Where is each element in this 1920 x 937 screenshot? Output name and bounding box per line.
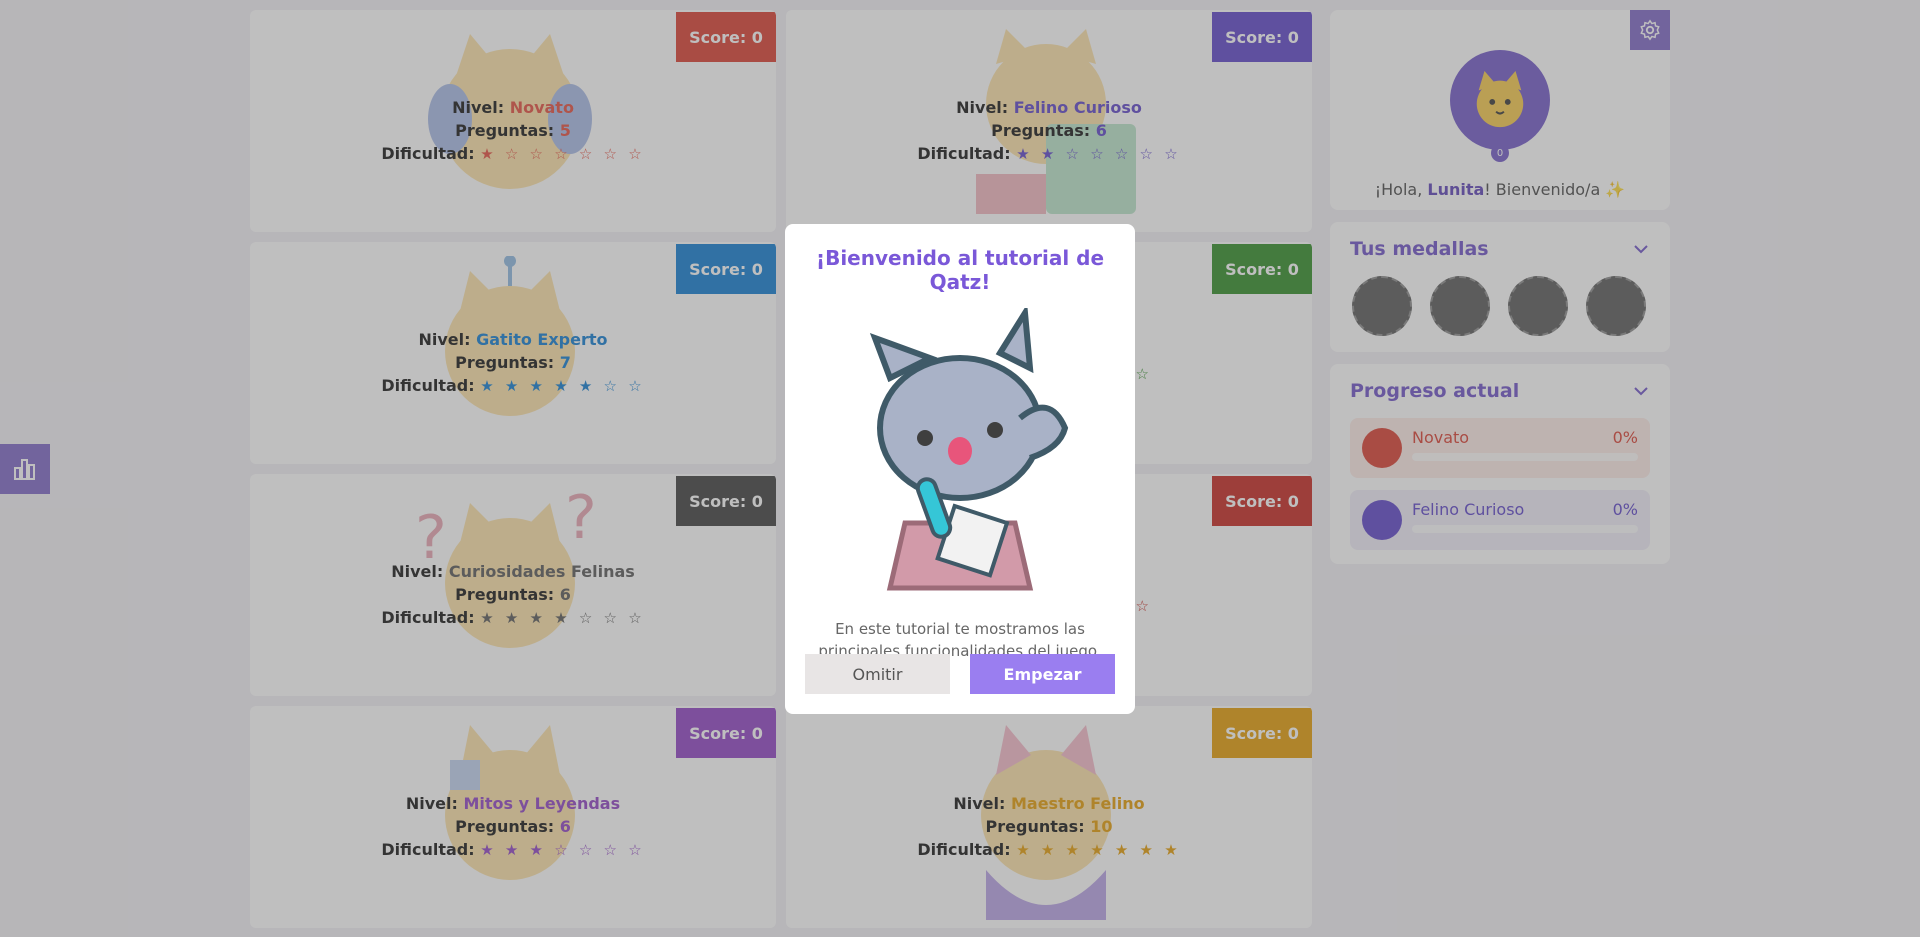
page: Score: 0 Nivel: Novato Preguntas: 5 Difi… (0, 0, 1920, 937)
tutorial-modal: ¡Bienvenido al tutorial de Qatz! En este… (785, 224, 1135, 714)
start-button[interactable]: Empezar (970, 654, 1115, 694)
modal-title: ¡Bienvenido al tutorial de Qatz! (815, 246, 1105, 294)
modal-buttons: Omitir Empezar (805, 654, 1115, 694)
skip-button[interactable]: Omitir (805, 654, 950, 694)
waving-cat-illustration (869, 303, 1069, 591)
